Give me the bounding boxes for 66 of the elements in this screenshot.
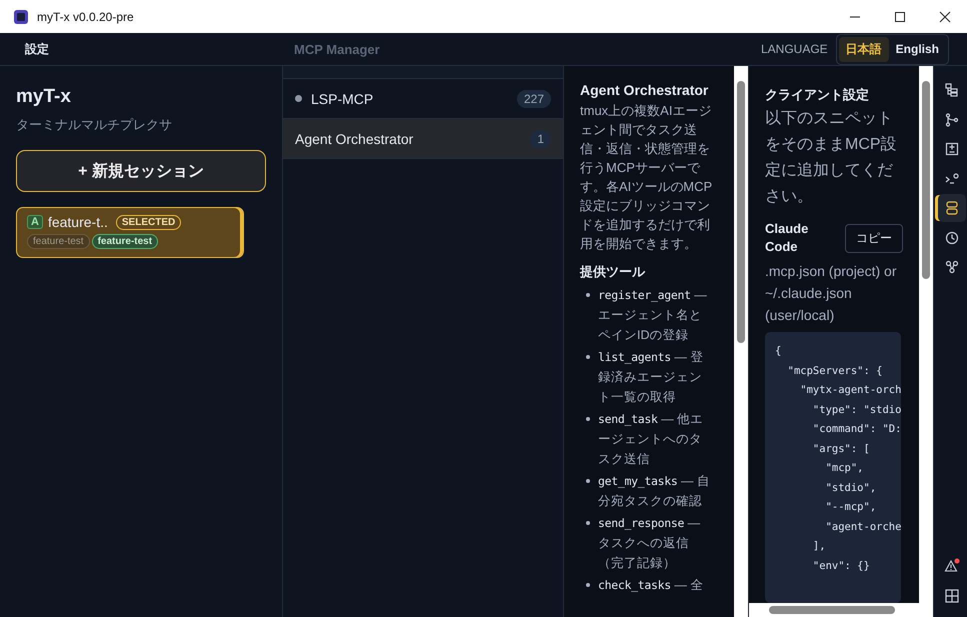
code-line: "stdio", (824, 480, 878, 496)
client-name: Claude Code (765, 220, 810, 256)
code-line: "mcpServers": { (786, 364, 884, 378)
bullet-icon (586, 355, 590, 359)
tools-heading: 提供ツール (580, 263, 646, 281)
tool-description: send_response — タスクへの返信（完了記録） (598, 515, 702, 572)
detail-title: Agent Orchestrator (580, 82, 710, 98)
scrollbar[interactable] (749, 603, 919, 617)
new-session-button[interactable]: + 新規セッション (16, 150, 266, 192)
code-line: { (775, 344, 782, 359)
status-badge: SELECTED (116, 214, 182, 230)
branch-icon[interactable] (944, 112, 958, 126)
count-badge: 227 (516, 90, 551, 108)
code-line: "agent-orche (824, 520, 901, 534)
tool-description: get_my_tasks — 自分宛タスクの確認 (598, 473, 710, 510)
tag: feature-test (92, 234, 158, 249)
tool-description: send_task — 他エージェントへのタスク送信 (598, 411, 704, 468)
bullet-icon (586, 293, 590, 297)
code-line: "--mcp", (824, 500, 878, 515)
nodes-icon[interactable] (944, 260, 958, 274)
code-line: ], (812, 539, 827, 554)
scrollbar[interactable] (734, 66, 748, 617)
code-line: "args": [ (812, 442, 871, 456)
language-label: LANGUAGE (760, 42, 828, 56)
code-line: "command": "D: (812, 422, 901, 437)
window-title: myT-x v0.0.20-pre (37, 10, 134, 24)
copy-button[interactable]: コピー (845, 224, 903, 252)
server-name: Agent Orchestrator (295, 130, 414, 146)
tag: feature-test (27, 234, 90, 249)
count-badge: 1 (530, 130, 551, 148)
bullet-icon (586, 479, 590, 483)
session-name: feature-t.. (48, 214, 108, 230)
server-name: LSP-MCP (311, 90, 374, 106)
terminal-icon[interactable] (944, 172, 958, 186)
tool-description: register_agent — エージェント名とペインIDの登録 (598, 287, 708, 344)
language-option[interactable]: 日本語 (838, 36, 889, 62)
session-card[interactable]: A feature-t.. SELECTED feature-test feature-test (16, 207, 244, 258)
maximize-icon[interactable] (894, 10, 906, 22)
tree-icon[interactable] (944, 83, 958, 97)
code-line: "env": {} (812, 558, 871, 574)
server-item[interactable]: Agent Orchestrator 1 (283, 119, 563, 159)
tool-description: check_tasks — 全 (598, 577, 704, 594)
client-heading: クライアント設定 (765, 86, 870, 104)
app-subtitle: ターミナルマルチプレクサ (16, 116, 173, 134)
tool-description: list_agents — 登録済みエージェント一覧の取得 (598, 349, 704, 406)
session-badge: A (27, 215, 43, 229)
bullet-icon (586, 521, 590, 525)
config-path: .mcp.json (project) or ~/.claude.json (user/local) (765, 262, 898, 325)
bullet-icon (586, 417, 590, 421)
language-option[interactable]: English (888, 36, 946, 62)
settings-menu[interactable]: 設定 (25, 40, 49, 58)
diff-icon[interactable] (944, 142, 958, 156)
activity-item[interactable] (938, 194, 966, 222)
server-icon[interactable] (944, 201, 958, 215)
code-line: "mytx-agent-orch (799, 383, 901, 398)
scrollbar[interactable] (919, 66, 933, 617)
bullet-icon (586, 583, 590, 587)
code-line: "mcp", (824, 461, 865, 476)
close-icon[interactable] (939, 10, 951, 22)
app-logo-icon (14, 10, 28, 24)
panel-title: MCP Manager (294, 42, 380, 56)
code-line: "type": "stdio (812, 402, 901, 418)
detail-description: tmux上の複数AIエージェント間でタスク送信・返信・状態管理を行うMCPサーバーです。各AIツールのMCP設定にブリッジコマンドを追加するだけで利用を開始できます。 (580, 102, 714, 253)
app-name: myT-x (16, 86, 72, 108)
client-description: 以下のスニペットをそのままMCP設定に追加してください。 (765, 108, 898, 207)
clock-icon[interactable] (944, 230, 958, 244)
